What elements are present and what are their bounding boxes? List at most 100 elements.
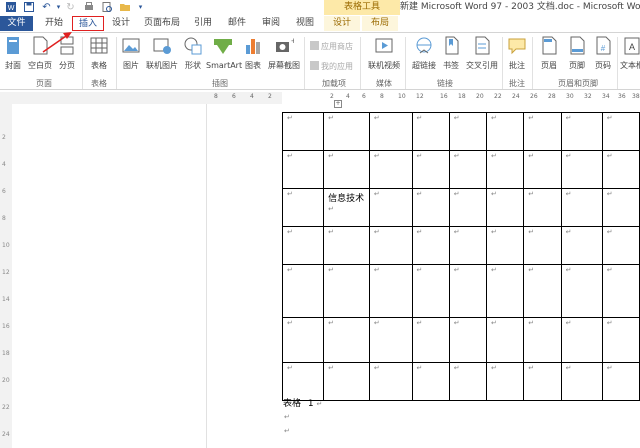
chart-button[interactable]: 图表 bbox=[242, 36, 264, 76]
table-cell[interactable]: ↵ bbox=[601, 226, 640, 265]
tab-mailings[interactable]: 邮件 bbox=[222, 16, 252, 31]
table-cell[interactable]: ↵ bbox=[523, 150, 562, 189]
table-cell[interactable]: ↵ bbox=[281, 112, 325, 151]
document-table[interactable]: ↵ ↵ ↵ ↵ ↵ ↵ ↵ ↵ ↵ ↵ ↵ ↵ ↵ ↵ ↵ ↵ ↵ ↵ ↵ 信息技术↵ ↵ ↵ ↵ ↵ ↵ ↵ ↵ ↵ ↵ ↵ ↵ ↵ ↵ ↵ ↵ ↵… bbox=[281, 112, 640, 401]
tab-home[interactable]: 开始 bbox=[38, 16, 70, 31]
bookmark-button[interactable]: 书签 bbox=[440, 36, 462, 76]
table-cell[interactable]: ↵ bbox=[448, 188, 488, 227]
table-cell[interactable]: ↵ bbox=[368, 188, 413, 227]
tab-design[interactable]: 设计 bbox=[106, 16, 136, 31]
vertical-ruler[interactable]: 2 4 6 8 10 12 14 16 18 20 22 24 bbox=[0, 104, 12, 448]
app-store-command[interactable]: 应用商店 bbox=[310, 41, 353, 53]
table-cell[interactable]: ↵ bbox=[281, 150, 325, 189]
table-cell[interactable]: ↵ bbox=[448, 264, 488, 318]
tab-review[interactable]: 审阅 bbox=[256, 16, 286, 31]
table-cell[interactable]: ↵ bbox=[523, 226, 562, 265]
table-cell[interactable]: ↵ bbox=[448, 317, 488, 363]
table-cell[interactable]: ↵ bbox=[486, 362, 525, 401]
table-move-handle[interactable]: + bbox=[334, 100, 342, 108]
table-cell[interactable]: ↵ bbox=[323, 264, 370, 318]
table-cell[interactable]: ↵ bbox=[281, 362, 325, 401]
table-cell[interactable]: ↵ bbox=[368, 150, 413, 189]
blank-page-button[interactable]: 空白页 bbox=[26, 36, 54, 76]
table-cell[interactable]: ↵ bbox=[523, 112, 562, 151]
table-cell[interactable]: ↵ bbox=[560, 362, 603, 401]
table-cell[interactable]: ↵ bbox=[448, 112, 488, 151]
open-folder-icon[interactable] bbox=[118, 1, 131, 14]
table-cell[interactable]: ↵ bbox=[560, 112, 603, 151]
table-cell[interactable]: ↵ bbox=[411, 226, 450, 265]
table-cell[interactable]: ↵ bbox=[523, 264, 562, 318]
table-cell[interactable]: ↵ bbox=[601, 150, 640, 189]
shapes-button[interactable]: 形状 bbox=[182, 36, 204, 76]
page-break-button[interactable]: 分页 bbox=[56, 36, 78, 76]
print-preview-icon[interactable] bbox=[100, 1, 113, 14]
table-cell[interactable]: ↵ bbox=[448, 226, 488, 265]
table-cell[interactable]: 信息技术↵ bbox=[323, 188, 370, 227]
table-cell[interactable]: ↵ bbox=[411, 317, 450, 363]
table-cell[interactable]: ↵ bbox=[523, 188, 562, 227]
table-cell[interactable]: ↵ bbox=[368, 264, 413, 318]
save-icon[interactable] bbox=[22, 1, 35, 14]
comment-button[interactable]: 批注 bbox=[506, 36, 528, 76]
smartart-button[interactable]: SmartArt bbox=[206, 36, 242, 76]
tab-table-layout[interactable]: 布局 bbox=[362, 16, 398, 31]
table-cell[interactable]: ↵ bbox=[323, 112, 370, 151]
table-cell[interactable]: ↵ bbox=[523, 317, 562, 363]
table-cell[interactable]: ↵ bbox=[560, 188, 603, 227]
table-cell[interactable]: ↵ bbox=[281, 317, 325, 363]
table-cell[interactable]: ↵ bbox=[323, 362, 370, 401]
table-caption[interactable]: 表格 1 ↵ bbox=[283, 396, 322, 409]
customize-toolbar-icon[interactable]: ▾ bbox=[134, 1, 147, 14]
table-cell[interactable]: ↵ bbox=[486, 112, 525, 151]
table-cell[interactable]: ↵ bbox=[411, 112, 450, 151]
online-video-button[interactable]: 联机视频 bbox=[366, 36, 402, 76]
table-cell[interactable]: ↵ bbox=[411, 362, 450, 401]
redo-icon[interactable]: ↻ bbox=[64, 1, 77, 14]
table-cell[interactable]: ↵ bbox=[368, 317, 413, 363]
header-button[interactable]: 页眉 bbox=[536, 36, 562, 76]
table-cell[interactable]: ↵ bbox=[323, 150, 370, 189]
table-cell[interactable]: ↵ bbox=[368, 112, 413, 151]
table-cell[interactable]: ↵ bbox=[368, 226, 413, 265]
table-cell[interactable]: ↵ bbox=[560, 150, 603, 189]
table-cell[interactable]: ↵ bbox=[486, 226, 525, 265]
table-cell[interactable]: ↵ bbox=[601, 362, 640, 401]
table-cell[interactable]: ↵ bbox=[523, 362, 562, 401]
table-cell[interactable]: ↵ bbox=[601, 188, 640, 227]
table-cell[interactable]: ↵ bbox=[411, 264, 450, 318]
print-icon[interactable] bbox=[82, 1, 95, 14]
my-apps-command[interactable]: 我的应用 bbox=[310, 61, 353, 73]
table-cell[interactable]: ↵ bbox=[281, 264, 325, 318]
tab-file[interactable]: 文件 bbox=[0, 16, 33, 31]
table-cell[interactable]: ↵ bbox=[411, 150, 450, 189]
cover-page-button[interactable]: 封面 bbox=[2, 36, 24, 76]
table-cell[interactable]: ↵ bbox=[601, 112, 640, 151]
table-cell[interactable]: ↵ bbox=[601, 264, 640, 318]
horizontal-ruler[interactable]: 8 6 4 2 2 4 6 8 10 12 16 18 20 22 24 26 28 30 32 34 36 38 bbox=[0, 92, 640, 104]
table-cell[interactable]: ↵ bbox=[486, 264, 525, 318]
hyperlink-button[interactable]: 超链接 bbox=[410, 36, 438, 76]
tab-references[interactable]: 引用 bbox=[188, 16, 218, 31]
cross-reference-button[interactable]: 交叉引用 bbox=[464, 36, 500, 76]
table-cell[interactable]: ↵ bbox=[486, 150, 525, 189]
text-box-button[interactable]: A 文本框 bbox=[620, 36, 640, 76]
footer-button[interactable]: 页脚 bbox=[564, 36, 590, 76]
tab-page-layout[interactable]: 页面布局 bbox=[140, 16, 184, 31]
picture-button[interactable]: 图片 bbox=[120, 36, 142, 76]
table-cell[interactable]: ↵ bbox=[560, 317, 603, 363]
table-cell[interactable]: ↵ bbox=[411, 188, 450, 227]
page-number-button[interactable]: # 页码 bbox=[592, 36, 614, 76]
online-pictures-button[interactable]: 联机图片 bbox=[144, 36, 180, 76]
table-cell[interactable]: ↵ bbox=[281, 226, 325, 265]
table-cell[interactable]: ↵ bbox=[601, 317, 640, 363]
table-cell[interactable]: ↵ bbox=[560, 226, 603, 265]
screenshot-button[interactable]: + 屏幕截图 bbox=[266, 36, 302, 76]
table-cell[interactable]: ↵ bbox=[323, 226, 370, 265]
table-cell[interactable]: ↵ bbox=[486, 317, 525, 363]
table-cell[interactable]: ↵ bbox=[448, 150, 488, 189]
table-button[interactable]: 表格 bbox=[86, 36, 112, 76]
tab-view[interactable]: 视图 bbox=[290, 16, 320, 31]
tab-table-design[interactable]: 设计 bbox=[324, 16, 360, 31]
table-cell[interactable]: ↵ bbox=[323, 317, 370, 363]
